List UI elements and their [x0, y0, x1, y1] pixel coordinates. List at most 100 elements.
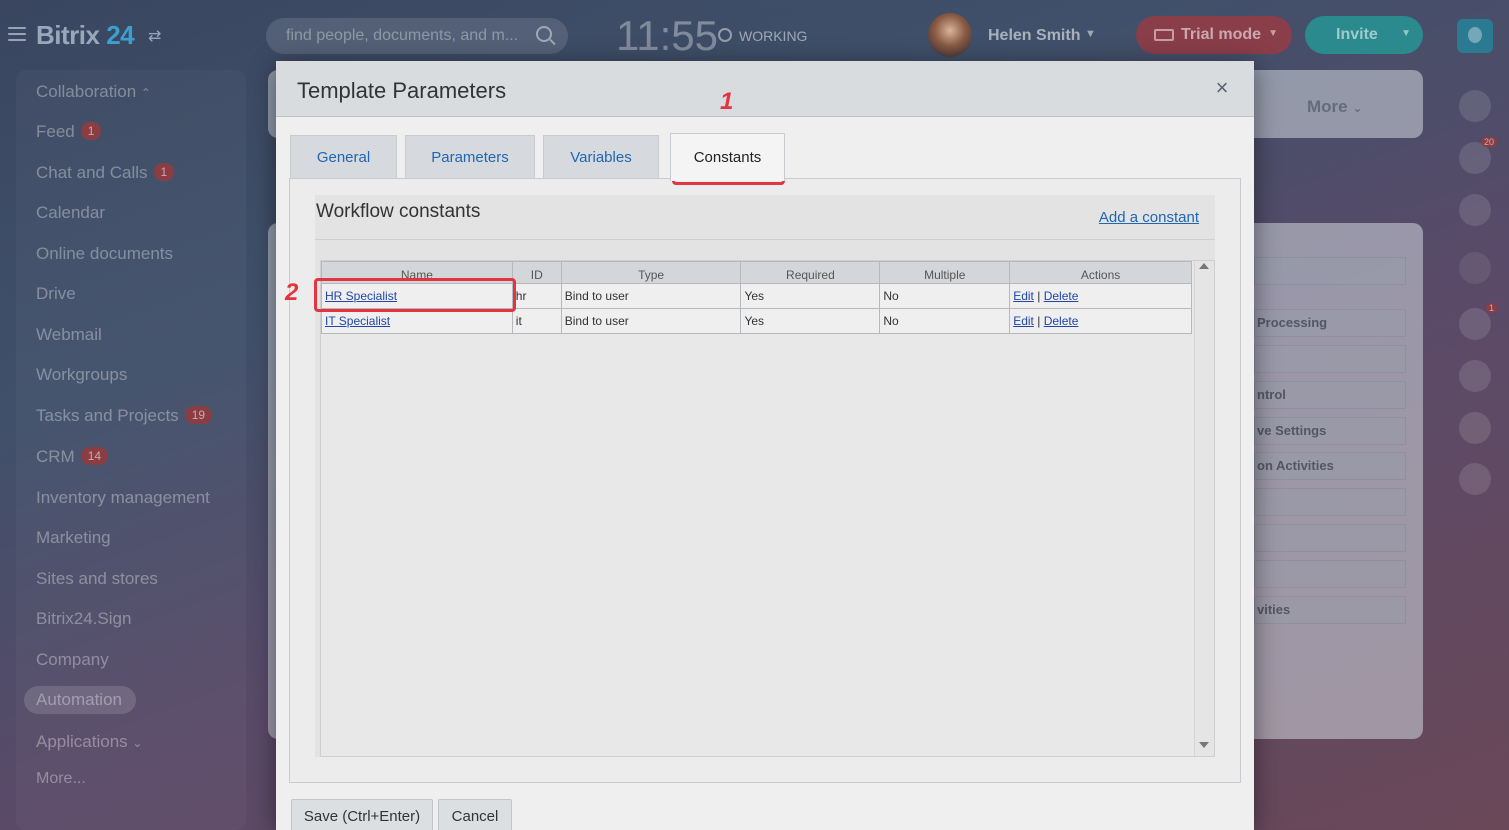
annotation-number-1: 1	[720, 88, 734, 115]
help-icon[interactable]	[1457, 19, 1493, 53]
sidebar-item-marketing[interactable]: Marketing	[36, 528, 111, 548]
cell-id: hr	[511, 283, 562, 309]
sidebar-item-collaboration[interactable]: Collaboration ⌃	[36, 82, 151, 102]
search-icon[interactable]	[536, 26, 552, 42]
sidebar-item-feed[interactable]: Feed 1	[36, 122, 102, 142]
tab-parameters[interactable]: Parameters	[405, 135, 535, 179]
work-status[interactable]: WORKING	[739, 28, 807, 44]
cell-type: Bind to user	[560, 308, 742, 334]
background-row	[1254, 524, 1406, 552]
constants-table-container: Name ID Type Required Multiple Actions H…	[320, 260, 1215, 757]
battery-icon	[1154, 29, 1174, 41]
avatar[interactable]	[1459, 463, 1491, 495]
chevron-down-icon[interactable]: ▼	[1085, 28, 1096, 40]
save-button[interactable]: Save (Ctrl+Enter)	[291, 799, 433, 830]
sidebar-item-chat[interactable]: Chat and Calls 1	[36, 163, 175, 183]
sidebar-item-calendar[interactable]: Calendar	[36, 203, 105, 223]
background-row: ntrol	[1254, 381, 1406, 409]
cell-multiple: No	[879, 308, 1011, 334]
sidebar-item-applications[interactable]: Applications ⌄	[36, 732, 142, 752]
background-row: ve Settings	[1254, 417, 1406, 445]
more-button[interactable]: More ⌄	[1307, 97, 1362, 117]
settings-toggle-icon[interactable]: ⇄	[148, 26, 161, 46]
counter-badge: 1	[153, 163, 175, 181]
divider	[315, 239, 1215, 240]
sidebar: Collaboration ⌃ Feed 1 Chat and Calls 1 Ca…	[16, 70, 246, 830]
notification-badge: 20	[1480, 137, 1497, 147]
sidebar-item-inventory[interactable]: Inventory management	[36, 488, 210, 508]
sidebar-item-online-documents[interactable]: Online documents	[36, 244, 173, 264]
dialog-title: Template Parameters	[297, 78, 507, 103]
sidebar-item-drive[interactable]: Drive	[36, 284, 76, 304]
group-chat-icon[interactable]	[1459, 360, 1491, 392]
menu-icon[interactable]	[8, 27, 26, 41]
sidebar-item-more[interactable]: More...	[36, 770, 86, 788]
tab-constants[interactable]: Constants	[670, 133, 785, 181]
background-row	[1254, 345, 1406, 373]
background-row: vities	[1254, 596, 1406, 624]
action-separator: |	[1037, 289, 1041, 303]
close-icon[interactable]: ×	[1212, 76, 1232, 100]
scrollbar[interactable]	[1194, 261, 1214, 756]
cell-name: IT Specialist	[321, 308, 513, 334]
scroll-down-icon[interactable]	[1199, 742, 1209, 748]
tab-content: Workflow constants Add a constant Name I…	[289, 178, 1241, 783]
search-input[interactable]: find people, documents, and m...	[266, 18, 568, 54]
tab-variables[interactable]: Variables	[543, 135, 659, 179]
sidebar-item-automation[interactable]: Automation	[36, 690, 122, 710]
user-name[interactable]: Helen Smith	[988, 27, 1080, 45]
background-row	[1254, 257, 1406, 285]
section-title: Workflow constants	[316, 201, 481, 222]
background-row: Processing	[1254, 309, 1406, 337]
sidebar-item-sign[interactable]: Bitrix24.Sign	[36, 609, 131, 629]
counter-badge: 1	[80, 122, 102, 140]
sidebar-item-webmail[interactable]: Webmail	[36, 325, 102, 345]
action-separator: |	[1037, 314, 1041, 328]
background-row	[1254, 560, 1406, 588]
column-header-type[interactable]: Type	[560, 261, 742, 284]
work-status-icon	[718, 28, 732, 42]
delete-link[interactable]: Delete	[1044, 314, 1079, 328]
avatar[interactable]: 1	[1459, 303, 1497, 340]
sidebar-item-tasks[interactable]: Tasks and Projects 19	[36, 406, 213, 426]
search-icon[interactable]	[1459, 252, 1491, 284]
logo[interactable]: Bitrix 24	[36, 20, 135, 51]
target-icon[interactable]	[1459, 90, 1491, 122]
chevron-down-icon: ▼	[1401, 28, 1411, 39]
cell-actions: Edit | Delete	[1009, 308, 1192, 334]
chat-icon[interactable]	[1459, 194, 1491, 226]
tab-general[interactable]: General	[290, 135, 397, 179]
delete-link[interactable]: Delete	[1044, 289, 1079, 303]
chevron-down-icon: ▼	[1268, 28, 1278, 39]
template-parameters-dialog: Template Parameters × General Parameters…	[276, 61, 1254, 830]
sidebar-item-sites[interactable]: Sites and stores	[36, 569, 158, 589]
sidebar-item-crm[interactable]: CRM 14	[36, 447, 109, 467]
clock[interactable]: 11:55	[616, 12, 718, 60]
cell-actions: Edit | Delete	[1009, 283, 1192, 309]
annotation-highlight-hr-specialist	[314, 278, 516, 312]
column-header-multiple[interactable]: Multiple	[879, 261, 1011, 284]
background-row: on Activities	[1254, 452, 1406, 480]
column-header-id[interactable]: ID	[511, 261, 562, 284]
column-header-required[interactable]: Required	[740, 261, 881, 284]
edit-link[interactable]: Edit	[1013, 289, 1034, 303]
trial-mode-label: Trial mode	[1181, 26, 1262, 43]
avatar[interactable]	[928, 13, 972, 57]
add-constant-link[interactable]: Add a constant	[1099, 209, 1199, 226]
annotation-number-2: 2	[285, 279, 299, 306]
scroll-up-icon[interactable]	[1199, 263, 1209, 269]
edit-link[interactable]: Edit	[1013, 314, 1034, 328]
notification-badge: 1	[1485, 303, 1497, 313]
dialog-header: Template Parameters ×	[276, 61, 1254, 117]
sidebar-item-workgroups[interactable]: Workgroups	[36, 365, 127, 385]
constant-name-link[interactable]: IT Specialist	[325, 314, 390, 328]
invite-label: Invite	[1336, 26, 1378, 43]
avatar[interactable]	[1459, 412, 1491, 444]
trial-mode-button[interactable]: Trial mode ▼	[1136, 16, 1292, 54]
invite-button[interactable]: Invite ▼	[1305, 16, 1423, 54]
bell-icon[interactable]: 20	[1459, 137, 1497, 174]
cell-id: it	[511, 308, 562, 334]
counter-badge: 14	[80, 447, 109, 465]
sidebar-item-company[interactable]: Company	[36, 650, 109, 670]
cancel-button[interactable]: Cancel	[438, 799, 512, 830]
